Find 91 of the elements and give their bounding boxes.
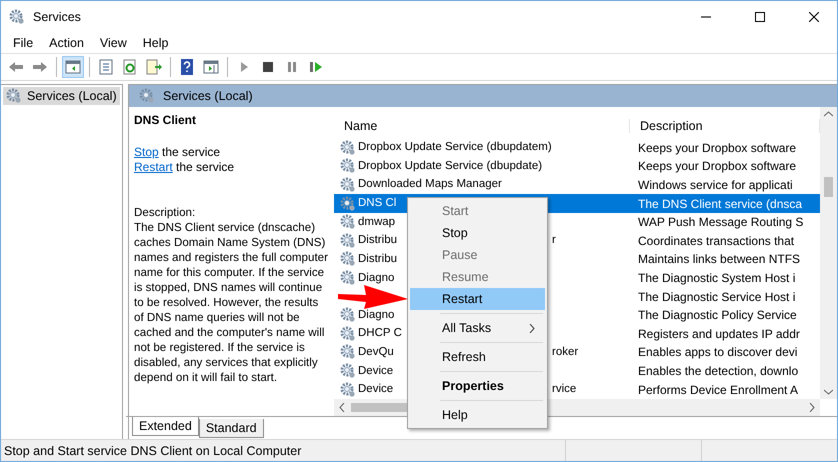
service-name[interactable]: Device xyxy=(358,364,394,379)
service-name[interactable]: DHCP C xyxy=(358,326,402,342)
action-link[interactable]: Stop xyxy=(134,145,159,159)
service-name[interactable]: r xyxy=(552,233,556,248)
chevron-icon xyxy=(529,324,535,332)
service-name[interactable]: DNS Cl xyxy=(358,196,396,212)
table-cell-text: Enables the detection, downlo xyxy=(637,364,798,378)
gear-icon xyxy=(340,196,356,212)
gear-icon xyxy=(340,270,356,286)
service-name[interactable]: dmwap xyxy=(358,214,396,230)
status-text: Stop and Start service DNS Client on Local Computer xyxy=(3,444,302,458)
menu-item[interactable]: View xyxy=(92,36,135,50)
toolbar-button[interactable] xyxy=(62,56,84,78)
gear-icon xyxy=(340,363,356,380)
service-name[interactable]: Distribu xyxy=(358,233,397,248)
service-name[interactable]: Diagno xyxy=(358,308,394,323)
table-cell-text: Keeps your Dropbox software xyxy=(637,140,796,155)
menu-item[interactable]: All Tasks xyxy=(410,317,545,339)
gear-icon xyxy=(340,214,356,230)
table-cell-text: Coordinates transactions that xyxy=(637,234,794,248)
table-cell-text: WAP Push Message Routing S xyxy=(637,215,804,230)
service-title: DNS Client xyxy=(134,113,198,127)
menu-item[interactable]: Action xyxy=(41,36,92,50)
document-icon xyxy=(98,59,114,75)
menu-item[interactable]: File xyxy=(5,36,42,50)
panel-icon xyxy=(203,59,219,75)
help-icon xyxy=(179,59,195,75)
window-title: Services xyxy=(33,10,82,24)
gear-icon xyxy=(340,232,356,249)
service-name[interactable]: Dropbox Update Service (dbupdate) xyxy=(358,158,542,174)
scroll-up-icon[interactable] xyxy=(824,111,833,117)
stop-icon xyxy=(260,59,276,75)
menu-item[interactable]: Refresh xyxy=(410,346,545,368)
table-cell-text: Keeps your Dropbox software xyxy=(637,159,796,174)
resume-icon xyxy=(308,59,324,75)
menu-item[interactable]: Restart xyxy=(410,288,545,310)
forward-arrow-icon xyxy=(32,59,48,75)
table-cell-text: Maintains links between NTFS xyxy=(637,252,800,266)
service-name[interactable]: Downloaded Maps Manager xyxy=(358,177,502,192)
services-icon xyxy=(9,8,25,24)
service-name[interactable]: Diagno xyxy=(358,270,394,286)
table-cell-text: Windows service for applicati xyxy=(637,178,793,192)
view-tab[interactable]: Extended xyxy=(132,417,199,436)
view-tab[interactable]: Standard xyxy=(198,419,264,438)
service-name[interactable]: Dropbox Update Service (dbupdatem) xyxy=(358,140,552,156)
gear-icon xyxy=(139,88,155,104)
vertical-scrollbar[interactable] xyxy=(820,107,837,399)
gear-icon xyxy=(340,158,356,174)
tree-item[interactable]: Services (Local) xyxy=(3,87,120,105)
service-name[interactable]: roker xyxy=(552,344,578,360)
gear-icon xyxy=(340,140,356,156)
table-cell-text: Performs Device Enrollment A xyxy=(637,382,798,397)
gear-icon xyxy=(340,382,356,398)
pane-title: Services (Local) xyxy=(163,89,253,103)
gear-icon xyxy=(340,344,356,360)
refresh-icon xyxy=(122,59,138,75)
service-name[interactable]: rvice xyxy=(552,382,576,398)
table-cell-text: The Diagnostic Policy Service xyxy=(637,308,797,322)
service-name[interactable]: Device xyxy=(358,382,394,398)
export-icon xyxy=(146,59,162,75)
action-text: the service xyxy=(176,160,234,174)
pointer-arrow xyxy=(338,285,408,309)
scroll-right-icon[interactable] xyxy=(809,403,815,412)
service-name[interactable]: Distribu xyxy=(358,252,397,267)
table-cell-text: Enables apps to discover devi xyxy=(637,345,798,360)
column-header[interactable]: Name xyxy=(334,118,630,133)
close-icon xyxy=(809,12,819,22)
gear-icon xyxy=(340,307,356,324)
gear-icon xyxy=(6,88,22,104)
table-cell-text: Registers and updates IP addr xyxy=(637,326,800,341)
menu-item[interactable]: Stop xyxy=(410,222,545,244)
table-cell-text: The Diagnostic Service Host i xyxy=(637,290,796,304)
action-link[interactable]: Restart xyxy=(134,160,173,174)
service-name[interactable]: DevQu xyxy=(358,344,394,360)
scroll-down-icon[interactable] xyxy=(824,389,833,395)
gear-icon xyxy=(340,326,356,342)
table-cell-text: The Diagnostic System Host i xyxy=(637,271,796,286)
minimize-icon xyxy=(701,16,711,18)
action-text: the service xyxy=(162,145,220,159)
table-cell-text: The DNS Client service (dnsca xyxy=(637,196,802,211)
menu-item[interactable]: Properties xyxy=(410,375,545,397)
back-arrow-icon xyxy=(8,59,24,75)
maximize-icon xyxy=(755,12,765,22)
menu-item[interactable]: Help xyxy=(134,36,176,50)
gear-icon xyxy=(340,176,356,193)
panel-icon xyxy=(65,59,81,75)
scroll-left-icon[interactable] xyxy=(339,403,345,412)
gear-icon xyxy=(340,251,356,268)
menu-item[interactable]: Help xyxy=(410,404,545,426)
scroll-thumb[interactable] xyxy=(824,177,833,197)
service-description: Description: The DNS Client service (dnscache) caches Domain Name System (DNS) names and registers the full computer name for this computer. If the service is stopped, DNS names will continue to be resolved. However, the results of DNS name queries will not be cached and the computer's name will not be registered. If the service is disabled, any services that explicitly depend on it will fail to start. xyxy=(134,205,329,385)
